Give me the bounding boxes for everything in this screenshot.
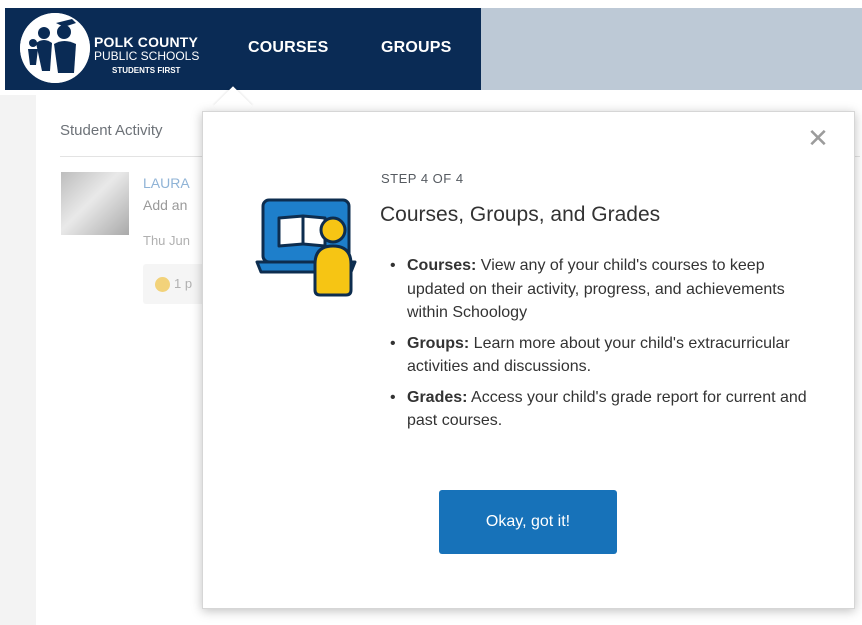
reaction-count: 1 p [174,276,193,291]
post-text: Add an [143,197,188,213]
post-date: Thu Jun [143,233,190,248]
smiley-icon [155,277,170,292]
nav-groups[interactable]: GROUPS [381,39,452,57]
section-title: Student Activity [60,122,163,139]
item-term: Courses: [407,257,477,274]
logo-tagline: STUDENTS FIRST [112,66,181,75]
popover-title: Courses, Groups, and Grades [380,203,661,226]
logo-line-2: PUBLIC SCHOOLS [94,49,200,63]
logo-line-1: POLK COUNTY [94,34,199,50]
feature-list: Courses: View any of your child's course… [387,254,807,440]
nav-courses[interactable]: COURSES [248,39,329,57]
avatar[interactable] [61,172,129,235]
item-term: Grades: [407,388,468,406]
post-author[interactable]: LAURA [143,175,190,191]
step-indicator: STEP 4 OF 4 [381,171,464,186]
top-header: POLK COUNTY PUBLIC SCHOOLS STUDENTS FIRS… [0,0,862,95]
school-logo-icon[interactable] [20,13,90,83]
nav-bar-right [481,8,862,90]
list-item: Grades: Access your child's grade report… [387,386,807,433]
item-text: Access your child's grade report for cur… [407,388,807,430]
okay-got-it-button[interactable]: Okay, got it! [439,490,617,554]
school-name: POLK COUNTY PUBLIC SCHOOLS STUDENTS FIRS… [94,35,199,75]
list-item: Courses: View any of your child's course… [387,254,807,325]
tour-popover: ✕ STEP 4 OF 4 Courses, Groups, and Grade… [202,111,855,609]
laptop-student-icon [255,194,365,299]
item-term: Groups: [407,334,470,352]
list-item: Groups: Learn more about your child's ex… [387,332,807,379]
nav-bar: POLK COUNTY PUBLIC SCHOOLS STUDENTS FIRS… [5,8,481,90]
close-icon[interactable]: ✕ [806,125,830,151]
